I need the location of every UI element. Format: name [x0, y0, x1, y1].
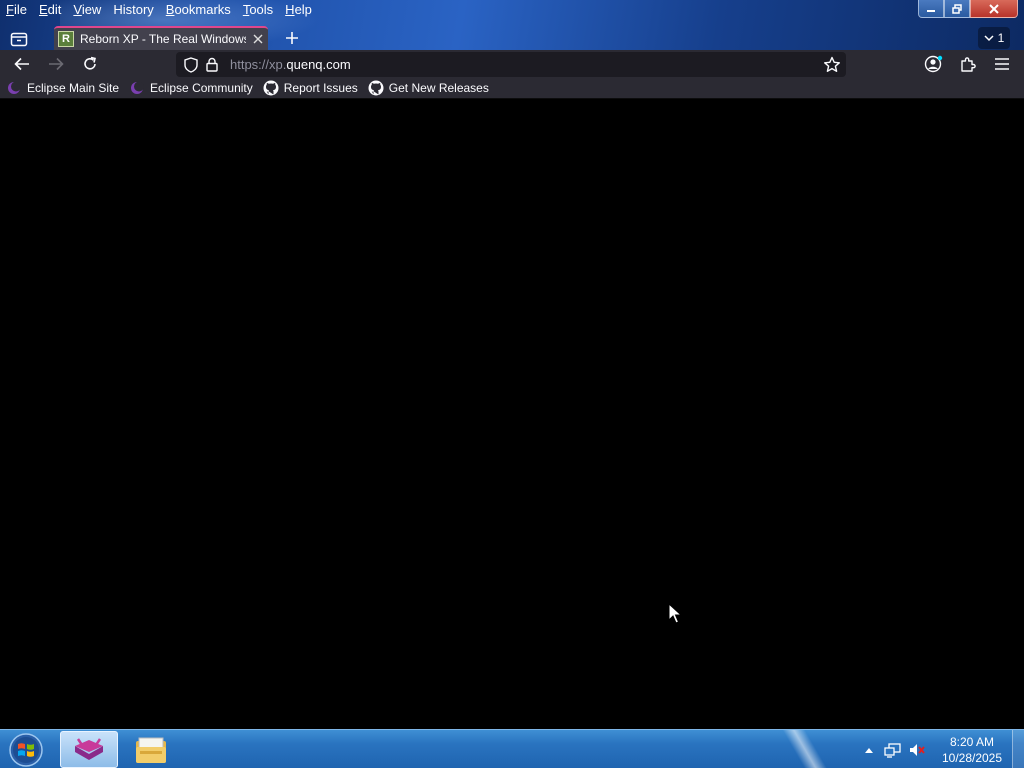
github-icon	[263, 80, 279, 96]
bookmark-label: Eclipse Main Site	[27, 81, 120, 95]
close-icon	[253, 34, 263, 44]
menu-bar: File Edit View History Bookmarks Tools H…	[0, 0, 318, 20]
bookmark-eclipse-community[interactable]: Eclipse Community	[129, 78, 253, 98]
minimize-button[interactable]	[918, 0, 944, 18]
volume-muted-icon[interactable]	[906, 740, 928, 760]
tab-count: 1	[997, 31, 1005, 45]
bookmark-star-button[interactable]	[820, 52, 844, 77]
forward-arrow-icon	[49, 57, 64, 71]
windows-logo-icon	[9, 733, 43, 767]
new-tab-button[interactable]	[280, 27, 304, 49]
bookmarks-toolbar: Eclipse Main Site Eclipse Community Repo…	[0, 78, 1024, 99]
puzzle-piece-icon	[961, 57, 976, 72]
browser-app-icon	[75, 737, 103, 760]
star-icon	[824, 56, 840, 72]
navigation-toolbar: https://xp.quenq.com	[0, 50, 1024, 78]
show-hidden-icons-button[interactable]	[858, 740, 880, 760]
restore-icon	[952, 3, 962, 14]
plus-icon	[286, 32, 298, 44]
reborn-favicon-icon: R	[58, 31, 74, 47]
network-tray-icon[interactable]	[882, 740, 904, 760]
menu-view[interactable]: View	[67, 0, 107, 20]
triangle-up-icon	[865, 747, 873, 753]
window-title-bar: File Edit View History Bookmarks Tools H…	[0, 0, 1024, 50]
chevron-down-icon	[984, 35, 994, 42]
close-icon	[989, 3, 999, 14]
show-desktop-button[interactable]	[1012, 730, 1024, 768]
account-button[interactable]	[920, 52, 948, 76]
clock-time: 8:20 AM	[949, 734, 995, 749]
clock-date: 10/28/2025	[941, 750, 1003, 765]
tab-title: Reborn XP - The Real Windows XP	[80, 32, 246, 46]
eclipse-icon	[129, 80, 145, 96]
github-icon	[368, 80, 384, 96]
firefox-view-button[interactable]	[6, 28, 32, 50]
bookmark-label: Report Issues	[283, 81, 358, 95]
close-window-button[interactable]	[970, 0, 1018, 18]
minimize-icon	[927, 9, 935, 12]
app-menu-button[interactable]	[988, 52, 1016, 76]
bookmark-get-new-releases[interactable]: Get New Releases	[368, 78, 489, 98]
mouse-cursor-icon	[668, 603, 682, 624]
back-button[interactable]	[8, 52, 36, 76]
window-controls	[918, 0, 1018, 18]
tab-strip: R Reborn XP - The Real Windows XP 1	[0, 26, 1024, 50]
forward-button[interactable]	[42, 52, 70, 76]
menu-edit[interactable]: Edit	[33, 0, 67, 20]
system-clock[interactable]: 8:20 AM 10/28/2025	[936, 734, 1008, 766]
taskbar-browser-button[interactable]	[60, 731, 118, 768]
menu-history[interactable]: History	[107, 0, 159, 20]
taskbar-file-explorer-button[interactable]	[122, 731, 180, 768]
page-content[interactable]	[0, 99, 1024, 729]
bookmark-eclipse-main-site[interactable]: Eclipse Main Site	[6, 78, 119, 98]
tracking-protection-shield-icon[interactable]	[182, 56, 200, 73]
extensions-button[interactable]	[954, 52, 982, 76]
bookmark-label: Eclipse Community	[150, 81, 253, 95]
taskbar: 8:20 AM 10/28/2025	[0, 729, 1024, 768]
system-tray: 8:20 AM 10/28/2025	[858, 730, 1024, 768]
folder-icon	[136, 737, 166, 763]
list-all-tabs-button[interactable]: 1	[978, 27, 1010, 49]
firefox-view-icon	[10, 32, 28, 47]
menu-file[interactable]: File	[0, 0, 33, 20]
hamburger-menu-icon	[995, 58, 1009, 70]
tab-reborn-xp[interactable]: R Reborn XP - The Real Windows XP	[54, 26, 268, 50]
reload-icon	[84, 56, 96, 70]
menu-bookmarks[interactable]: Bookmarks	[160, 0, 237, 20]
back-arrow-icon	[14, 57, 29, 71]
tab-close-button[interactable]	[250, 31, 266, 47]
reload-button[interactable]	[76, 52, 104, 76]
menu-help[interactable]: Help	[279, 0, 318, 20]
menu-tools[interactable]: Tools	[237, 0, 279, 20]
eclipse-icon	[6, 80, 22, 96]
url-text[interactable]: https://xp.quenq.com	[230, 57, 351, 72]
bookmark-label: Get New Releases	[388, 81, 489, 95]
start-button[interactable]	[6, 731, 46, 768]
account-icon	[924, 55, 943, 73]
address-bar[interactable]: https://xp.quenq.com	[176, 52, 846, 77]
restore-button[interactable]	[944, 0, 970, 18]
bookmark-report-issues[interactable]: Report Issues	[263, 78, 358, 98]
lock-icon[interactable]	[204, 57, 220, 72]
